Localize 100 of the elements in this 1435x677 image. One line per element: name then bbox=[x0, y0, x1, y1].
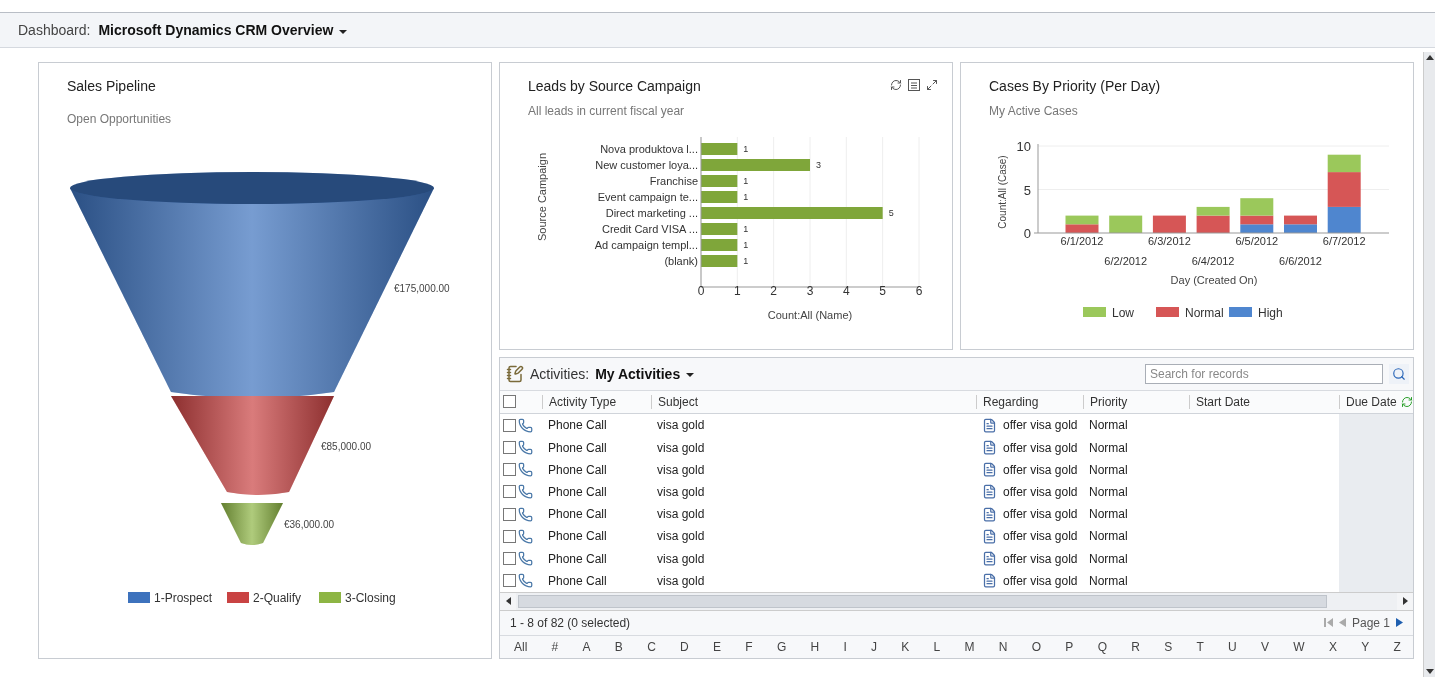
letter-filter[interactable]: E bbox=[713, 640, 721, 655]
table-cell-text: Phone Call bbox=[547, 439, 608, 457]
table-cell-text: Phone Call bbox=[547, 483, 608, 501]
search-button[interactable] bbox=[1389, 363, 1409, 384]
bar bbox=[701, 143, 738, 155]
row-checkbox[interactable] bbox=[503, 552, 516, 566]
column-header[interactable]: Priority bbox=[1083, 394, 1189, 409]
view-selector[interactable]: My Activities bbox=[595, 365, 695, 382]
data-label: 1 bbox=[743, 240, 749, 250]
select-all-checkbox[interactable] bbox=[503, 395, 516, 409]
letter-filter[interactable]: M bbox=[964, 640, 975, 655]
expand-icon[interactable] bbox=[926, 79, 938, 91]
record-link[interactable]: offer visa gold bbox=[1003, 440, 1078, 455]
record-count: 1 - 8 of 82 (0 selected) bbox=[510, 616, 631, 630]
row-checkbox[interactable] bbox=[503, 574, 516, 588]
table-cell-text: visa gold bbox=[656, 528, 706, 546]
letter-filter[interactable]: W bbox=[1293, 640, 1305, 655]
row-checkbox[interactable] bbox=[503, 418, 516, 432]
letter-filter[interactable]: R bbox=[1131, 640, 1140, 655]
column-header[interactable]: Activity Type bbox=[542, 394, 651, 409]
record-link[interactable]: offer visa gold bbox=[1003, 484, 1078, 499]
column-header[interactable]: Subject bbox=[651, 394, 976, 409]
record-link[interactable]: offer visa gold bbox=[1003, 507, 1078, 522]
letter-filter[interactable]: C bbox=[647, 640, 656, 655]
table-cell-text: visa gold bbox=[656, 572, 706, 590]
tick-label: 6/4/2012 bbox=[1191, 255, 1235, 267]
letter-filter[interactable]: A bbox=[582, 640, 591, 655]
vertical-scrollbar[interactable] bbox=[1423, 52, 1435, 677]
letter-filter[interactable]: # bbox=[551, 640, 559, 655]
record-link[interactable]: offer visa gold bbox=[1003, 418, 1078, 433]
phone-icon bbox=[518, 462, 533, 478]
tick-label: 3 bbox=[806, 284, 814, 298]
chart-subtitle: My Active Cases bbox=[989, 104, 1079, 118]
column-header[interactable]: Due Date bbox=[1339, 394, 1413, 409]
letter-filter[interactable]: Z bbox=[1393, 640, 1401, 655]
tick-label: 6/7/2012 bbox=[1322, 235, 1366, 247]
tick-label: 6/6/2012 bbox=[1279, 255, 1322, 267]
phone-icon bbox=[518, 417, 533, 433]
bar bbox=[701, 175, 738, 187]
column-header[interactable]: Start Date bbox=[1189, 394, 1339, 409]
letter-filter[interactable]: L bbox=[933, 640, 941, 655]
row-checkbox[interactable] bbox=[503, 529, 516, 543]
letter-filter[interactable]: U bbox=[1228, 640, 1237, 655]
letter-filter[interactable]: B bbox=[614, 640, 623, 655]
bar-segment bbox=[1109, 215, 1143, 233]
tick-label: 6/5/2012 bbox=[1235, 235, 1279, 247]
row-checkbox[interactable] bbox=[503, 507, 516, 521]
letter-filter[interactable]: G bbox=[776, 640, 787, 655]
letter-filter[interactable]: All bbox=[514, 640, 528, 655]
letter-filter[interactable]: V bbox=[1261, 640, 1270, 655]
category-label: New customer loya... bbox=[595, 159, 698, 171]
letter-filter[interactable]: N bbox=[998, 640, 1008, 655]
tick-label: 4 bbox=[843, 284, 850, 298]
row-checkbox[interactable] bbox=[503, 463, 516, 477]
dashboard-selector[interactable]: Microsoft Dynamics CRM Overview bbox=[98, 22, 348, 38]
data-label: €85,000.00 bbox=[321, 441, 372, 452]
letter-filter[interactable]: S bbox=[1164, 640, 1173, 655]
letter-filter[interactable]: K bbox=[901, 640, 910, 655]
letter-filter[interactable]: Y bbox=[1361, 640, 1370, 655]
refresh-icon[interactable] bbox=[1401, 395, 1413, 408]
column-header[interactable]: Regarding bbox=[976, 394, 1083, 409]
record-link[interactable]: offer visa gold bbox=[1003, 462, 1078, 477]
letter-filter[interactable]: O bbox=[1031, 640, 1042, 655]
table-cell-text: Phone Call bbox=[547, 506, 608, 524]
phone-icon bbox=[518, 506, 533, 522]
letter-filter[interactable]: J bbox=[871, 640, 878, 655]
row-checkbox[interactable] bbox=[503, 441, 516, 455]
tick-label: 2 bbox=[770, 284, 777, 298]
letter-filter[interactable]: X bbox=[1328, 640, 1337, 655]
letter-filter[interactable]: T bbox=[1196, 640, 1204, 655]
row-checkbox[interactable] bbox=[503, 485, 516, 499]
chart-subtitle: Open Opportunities bbox=[67, 112, 173, 126]
letter-filter[interactable]: P bbox=[1065, 640, 1074, 655]
table-cell-text: visa gold bbox=[656, 506, 706, 524]
table-cell-text: visa gold bbox=[656, 483, 706, 501]
bar bbox=[701, 223, 738, 235]
axis-title: Source Campaign bbox=[536, 152, 548, 242]
chart-title: Sales Pipeline bbox=[67, 78, 156, 94]
letter-filter[interactable]: F bbox=[745, 640, 753, 655]
table-cell-text: Normal bbox=[1088, 417, 1129, 435]
letter-filter[interactable]: Q bbox=[1097, 640, 1107, 655]
category-label: Nova produktova l... bbox=[600, 143, 698, 155]
record-link[interactable]: offer visa gold bbox=[1003, 529, 1078, 544]
chart-title: Leads by Source Campaign bbox=[528, 78, 701, 94]
letter-filter[interactable]: H bbox=[810, 640, 820, 655]
horizontal-scrollbar[interactable] bbox=[500, 591, 1413, 611]
list-icon[interactable] bbox=[908, 79, 920, 91]
record-link[interactable]: offer visa gold bbox=[1003, 573, 1078, 588]
letter-filter[interactable]: I bbox=[843, 640, 847, 655]
next-page-icon[interactable] bbox=[1396, 618, 1403, 628]
axis-title: Count:All (Name) bbox=[767, 309, 853, 321]
refresh-icon[interactable] bbox=[890, 79, 902, 91]
table-cell-text: Phone Call bbox=[547, 461, 608, 479]
table-cell-text: visa gold bbox=[656, 417, 706, 435]
letter-filter[interactable]: D bbox=[680, 640, 689, 655]
tick-label: 6/3/2012 bbox=[1148, 235, 1191, 247]
record-link[interactable]: offer visa gold bbox=[1003, 551, 1078, 566]
record-icon bbox=[982, 573, 997, 589]
category-label: (blank) bbox=[664, 255, 698, 267]
search-field[interactable]: Search for records bbox=[1145, 363, 1383, 384]
